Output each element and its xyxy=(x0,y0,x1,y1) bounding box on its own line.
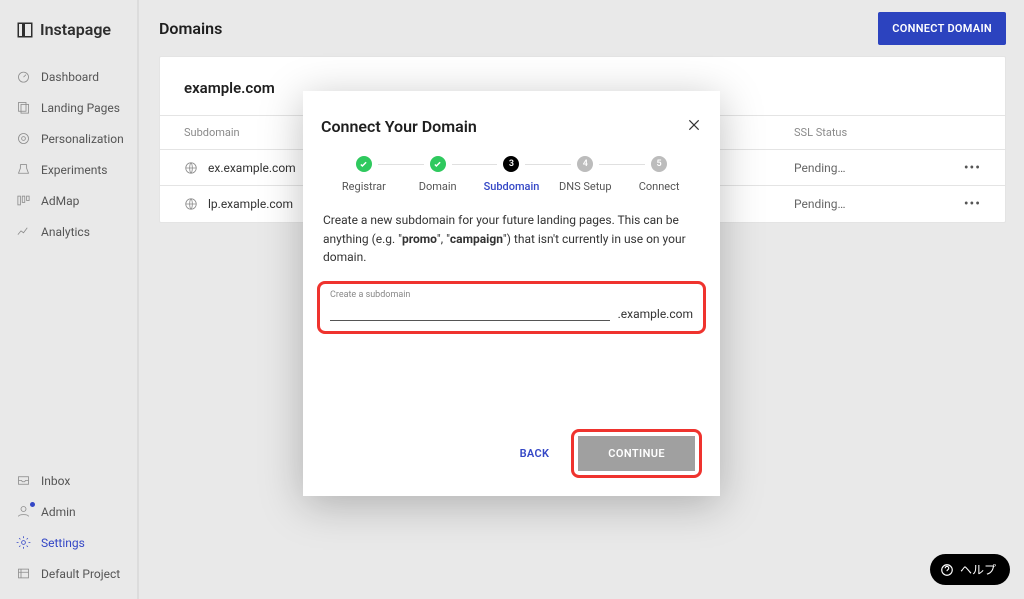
step-connect[interactable]: 5 Connect xyxy=(622,156,696,193)
inbox-icon xyxy=(16,473,31,488)
help-label: ヘルプ xyxy=(960,561,996,578)
check-icon xyxy=(359,160,368,169)
subdomain-name: lp.example.com xyxy=(208,197,293,211)
brand-icon xyxy=(16,21,34,39)
step-label: Domain xyxy=(419,180,457,193)
step-number: 4 xyxy=(577,156,593,172)
check-icon xyxy=(433,160,442,169)
brand-logo[interactable]: Instapage xyxy=(0,0,137,57)
nav-admin[interactable]: Admin xyxy=(0,496,137,527)
connect-domain-button[interactable]: CONNECT DOMAIN xyxy=(878,12,1006,45)
nav-analytics[interactable]: Analytics xyxy=(0,216,137,247)
nav-label: Experiments xyxy=(41,163,108,177)
globe-icon xyxy=(184,161,198,175)
step-label: Connect xyxy=(639,180,680,193)
step-subdomain[interactable]: 3 Subdomain xyxy=(475,156,549,193)
nav-label: Inbox xyxy=(41,474,70,488)
dialog-description: Create a new subdomain for your future l… xyxy=(323,211,700,267)
stepper: Registrar Domain 3 Subdomain 4 DNS Setup… xyxy=(327,156,696,193)
page-title: Domains xyxy=(159,19,222,38)
desc-example: promo xyxy=(402,232,437,246)
dialog-title: Connect Your Domain xyxy=(321,117,702,136)
folder-icon xyxy=(16,566,31,581)
row-actions-button[interactable]: ••• xyxy=(951,196,981,212)
beaker-icon xyxy=(16,162,31,177)
field-label: Create a subdomain xyxy=(330,290,693,300)
domain-suffix: .example.com xyxy=(618,307,693,321)
topbar: Domains CONNECT DOMAIN xyxy=(159,0,1006,56)
nav-settings[interactable]: Settings xyxy=(0,527,137,558)
step-number: 5 xyxy=(651,156,667,172)
continue-button[interactable]: CONTINUE xyxy=(578,436,695,471)
nav-personalization[interactable]: Personalization xyxy=(0,123,137,154)
ssl-status: Pending… xyxy=(794,161,951,175)
nav-landing-pages[interactable]: Landing Pages xyxy=(0,92,137,123)
nav-secondary: Inbox Admin Settings Default Project xyxy=(0,461,137,599)
subdomain-field-highlight: Create a subdomain .example.com xyxy=(317,281,706,334)
nav-label: Settings xyxy=(41,536,85,550)
pages-icon xyxy=(16,100,31,115)
nav-primary: Dashboard Landing Pages Personalization … xyxy=(0,57,137,251)
dialog-footer: BACK CONTINUE xyxy=(321,429,702,478)
ssl-status: Pending… xyxy=(794,197,951,211)
subdomain-input[interactable] xyxy=(330,302,610,321)
nav-dashboard[interactable]: Dashboard xyxy=(0,61,137,92)
notification-dot-icon xyxy=(30,502,35,507)
connect-domain-dialog: Connect Your Domain Registrar Domain 3 S… xyxy=(303,91,720,496)
continue-button-highlight: CONTINUE xyxy=(571,429,702,478)
analytics-icon xyxy=(16,224,31,239)
nav-label: Analytics xyxy=(41,225,90,239)
nav-label: Landing Pages xyxy=(41,101,120,115)
admap-icon xyxy=(16,193,31,208)
target-icon xyxy=(16,131,31,146)
nav-label: Admin xyxy=(41,505,76,519)
row-actions-button[interactable]: ••• xyxy=(951,160,981,176)
step-label: DNS Setup xyxy=(559,180,612,193)
subdomain-name: ex.example.com xyxy=(208,161,296,175)
nav-label: Personalization xyxy=(41,132,124,146)
step-domain[interactable]: Domain xyxy=(401,156,475,193)
nav-admap[interactable]: AdMap xyxy=(0,185,137,216)
nav-label: AdMap xyxy=(41,194,79,208)
user-icon xyxy=(16,504,31,519)
step-number: 3 xyxy=(503,156,519,172)
gear-icon xyxy=(16,535,31,550)
step-label: Registrar xyxy=(342,180,386,193)
nav-inbox[interactable]: Inbox xyxy=(0,465,137,496)
step-label: Subdomain xyxy=(484,180,540,193)
nav-label: Dashboard xyxy=(41,70,99,84)
step-dns-setup[interactable]: 4 DNS Setup xyxy=(548,156,622,193)
nav-label: Default Project xyxy=(41,567,120,581)
col-ssl-status: SSL Status xyxy=(794,126,981,139)
help-button[interactable]: ヘルプ xyxy=(930,554,1010,585)
step-registrar[interactable]: Registrar xyxy=(327,156,401,193)
desc-text: ", " xyxy=(437,232,450,246)
back-button[interactable]: BACK xyxy=(516,439,554,468)
nav-experiments[interactable]: Experiments xyxy=(0,154,137,185)
help-icon xyxy=(940,563,954,577)
nav-project[interactable]: Default Project xyxy=(0,558,137,589)
gauge-icon xyxy=(16,69,31,84)
desc-example: campaign xyxy=(450,232,503,246)
brand-name: Instapage xyxy=(40,20,111,39)
sidebar: Instapage Dashboard Landing Pages Person… xyxy=(0,0,139,599)
close-icon[interactable] xyxy=(686,117,702,133)
globe-icon xyxy=(184,197,198,211)
